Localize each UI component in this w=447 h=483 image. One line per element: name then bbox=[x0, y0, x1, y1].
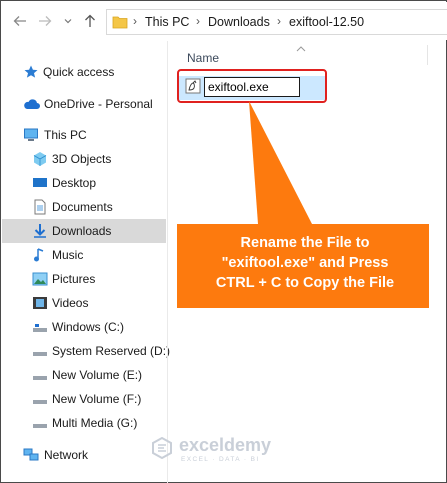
watermark-tagline: EXCEL · DATA · BI bbox=[181, 456, 260, 463]
watermark-name: exceldemy bbox=[179, 435, 272, 455]
watermark: exceldemy EXCEL · DATA · BI bbox=[151, 435, 271, 463]
exceldemy-logo-icon bbox=[152, 437, 172, 459]
explorer-window: › This PC › Downloads › exiftool-12.50 Q… bbox=[0, 0, 447, 483]
callout-text: Rename the File to "exiftool.exe" and Pr… bbox=[181, 233, 429, 303]
callout-line-1: Rename the File to bbox=[240, 235, 370, 251]
callout-line-2: "exiftool.exe" and Press bbox=[221, 255, 389, 271]
callout-line-3: CTRL + C to Copy the File bbox=[215, 275, 395, 291]
